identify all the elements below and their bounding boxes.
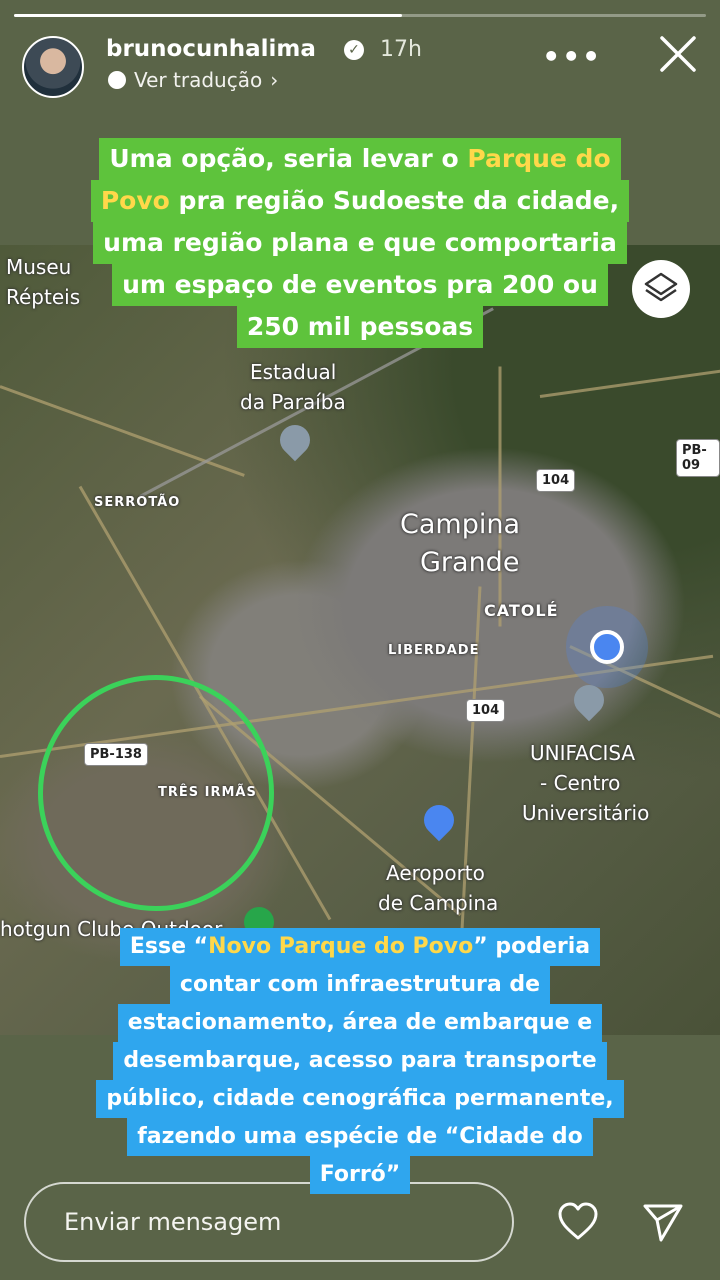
road: [539, 361, 720, 398]
map-label-de-campina: de Campina: [378, 891, 499, 915]
verified-badge-icon: ✓: [344, 40, 364, 60]
username[interactable]: brunocunhalima: [106, 36, 316, 62]
map-label-serrotao: SERROTÃO: [94, 495, 181, 510]
story-progress-bar: [14, 14, 706, 17]
school-pin-icon[interactable]: [567, 678, 611, 722]
story-header: brunocunhalima ✓ 17h Ver tradução › •••: [22, 34, 698, 98]
caption-top-text-pre: 250 mil pessoas: [246, 312, 474, 341]
map-label-paraiba: da Paraíba: [240, 390, 346, 414]
avatar[interactable]: [22, 36, 84, 98]
caption-bottom-line: Forró”: [309, 1156, 411, 1194]
caption-top-text-pre: Uma opção, seria levar o: [109, 144, 468, 173]
caption-bottom-line: Esse “Novo Parque do Povo” poderia: [119, 928, 601, 966]
caption-bottom-line: fazendo uma espécie de “Cidade do: [127, 1118, 593, 1156]
map-label-grande: Grande: [420, 547, 520, 578]
caption-bottom-text-pre: desembarque, acesso para transporte: [123, 1048, 597, 1073]
caption-top: Uma opção, seria levar o Parque do Povo p…: [0, 138, 720, 348]
caption-top-line: Povo pra região Sudoeste da cidade,: [90, 180, 630, 222]
caption-bottom-text-pre: estacionamento, área de embarque e: [127, 1010, 593, 1035]
message-input[interactable]: Enviar mensagem: [24, 1182, 514, 1262]
caption-bottom-text-pre: fazendo uma espécie de “Cidade do: [137, 1124, 583, 1149]
caption-top-text-hl: Povo: [100, 186, 170, 215]
caption-bottom-text-hl: Novo Parque do Povo: [208, 934, 474, 959]
caption-top-text-pre: um espaço de eventos pra 200 ou: [122, 270, 598, 299]
airport-pin-icon[interactable]: [417, 798, 461, 842]
route-shield-104: 104: [466, 699, 506, 722]
caption-top-text-pre: uma região plana e que comportaria: [103, 228, 617, 257]
caption-top-line: uma região plana e que comportaria: [93, 222, 627, 264]
map-label-universitario: Universitário: [522, 801, 650, 825]
location-dot-icon: [590, 630, 624, 664]
map-label-campina: Campina: [400, 509, 520, 540]
map-label-catole: CATOLÉ: [484, 601, 559, 620]
caption-bottom-line: estacionamento, área de embarque e: [117, 1004, 603, 1042]
highlight-circle: [38, 675, 274, 911]
caption-bottom-line: desembarque, acesso para transporte: [113, 1042, 607, 1080]
translate-icon: [108, 71, 126, 89]
caption-bottom-line: público, cidade cenográfica permanente,: [96, 1080, 624, 1118]
caption-top-text-hl: Parque do: [467, 144, 611, 173]
caption-bottom: Esse “Novo Parque do Povo” poderia contar…: [0, 928, 720, 1194]
caption-bottom-line: contar com infraestrutura de: [169, 966, 551, 1004]
route-shield-104: 104: [536, 469, 576, 492]
caption-bottom-text-pre: contar com infraestrutura de: [179, 972, 541, 997]
chevron-right-icon: ›: [270, 68, 279, 92]
caption-top-line: um espaço de eventos pra 200 ou: [112, 264, 608, 306]
map-label-centro: - Centro: [540, 771, 621, 795]
map-label-aeroporto: Aeroporto: [386, 861, 485, 885]
map-label-estadual: Estadual: [250, 360, 337, 384]
story-progress-fill: [14, 14, 402, 17]
caption-top-line: 250 mil pessoas: [236, 306, 484, 348]
translate-link[interactable]: Ver tradução ›: [108, 68, 278, 92]
map-label-liberdade: LIBERDADE: [388, 643, 480, 658]
caption-top-line: Uma opção, seria levar o Parque do: [99, 138, 621, 180]
send-icon[interactable]: [641, 1200, 685, 1244]
map-image: Museu Répteis Estadual da Paraíba SERROT…: [0, 245, 720, 1035]
road: [0, 385, 245, 477]
close-icon[interactable]: [658, 34, 698, 74]
translate-label: Ver tradução: [134, 68, 263, 92]
post-time: 17h: [380, 37, 422, 62]
caption-top-text-post: pra região Sudoeste da cidade,: [169, 186, 620, 215]
caption-bottom-text-pre: público, cidade cenográfica permanente,: [106, 1086, 614, 1111]
road: [498, 366, 502, 627]
school-pin-icon[interactable]: [273, 418, 317, 462]
caption-bottom-text-post: ” poderia: [473, 934, 591, 959]
heart-icon[interactable]: [556, 1200, 600, 1244]
more-options-icon[interactable]: •••: [542, 40, 602, 73]
message-placeholder: Enviar mensagem: [64, 1208, 282, 1236]
caption-bottom-text-pre: Esse “: [129, 934, 209, 959]
route-shield-pb09: PB-09: [676, 439, 720, 477]
caption-bottom-text-pre: Forró”: [319, 1162, 401, 1187]
map-label-unifacisa: UNIFACISA: [530, 741, 636, 765]
